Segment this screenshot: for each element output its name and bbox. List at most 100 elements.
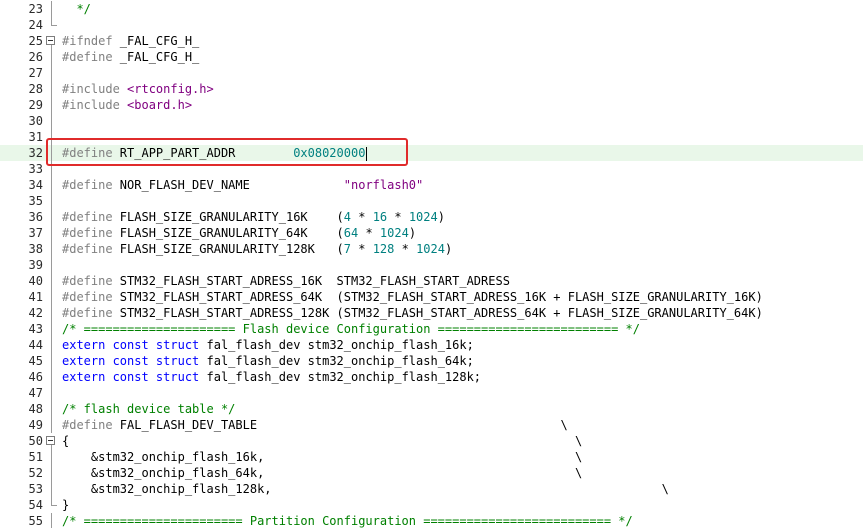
code-token: 16 — [372, 210, 388, 224]
code-token: { \ — [62, 434, 583, 448]
code-text[interactable]: &stm32_onchip_flash_128k, \ — [62, 481, 669, 497]
line-number: 41 — [28, 290, 43, 304]
code-line[interactable]: 35 — [0, 193, 863, 209]
code-text[interactable]: extern const struct fal_flash_dev stm32_… — [62, 369, 481, 385]
code-text[interactable]: extern const struct fal_flash_dev stm32_… — [62, 353, 474, 369]
code-text[interactable]: /* flash device table */ — [62, 401, 235, 417]
code-token: * — [351, 210, 373, 224]
code-token: #ifndef — [62, 34, 120, 48]
fold-guide — [45, 97, 58, 113]
code-line[interactable]: 32 #define RT_APP_PART_ADDR 0x08020000 — [0, 145, 863, 161]
code-token: * — [387, 210, 409, 224]
line-number: 34 — [28, 178, 43, 192]
line-number: 44 — [28, 338, 43, 352]
code-text[interactable]: #define _FAL_CFG_H_ — [62, 49, 199, 65]
code-text[interactable]: extern const struct fal_flash_dev stm32_… — [62, 337, 474, 353]
line-number: 33 — [28, 162, 43, 176]
code-line[interactable]: 38 #define FLASH_SIZE_GRANULARITY_128K (7… — [0, 241, 863, 257]
code-line[interactable]: 28 #include <rtconfig.h> — [0, 81, 863, 97]
code-line[interactable]: 50 { \ — [0, 433, 863, 449]
code-line[interactable]: 46 extern const struct fal_flash_dev stm3… — [0, 369, 863, 385]
code-line[interactable]: 49 #define FAL_FLASH_DEV_TABLE \ — [0, 417, 863, 433]
code-line[interactable]: 37 #define FLASH_SIZE_GRANULARITY_64K (64… — [0, 225, 863, 241]
code-text[interactable]: } — [62, 497, 69, 513]
code-line[interactable]: 33 — [0, 161, 863, 177]
code-line[interactable]: 26 #define _FAL_CFG_H_ — [0, 49, 863, 65]
code-line[interactable]: 45 extern const struct fal_flash_dev stm3… — [0, 353, 863, 369]
code-text[interactable]: &stm32_onchip_flash_64k, \ — [62, 465, 582, 481]
code-line[interactable]: 23 */ — [0, 1, 863, 17]
line-number: 28 — [28, 82, 43, 96]
code-text[interactable]: */ — [62, 1, 90, 17]
line-number: 36 — [28, 210, 43, 224]
code-token: #include — [62, 82, 128, 96]
code-token: * — [358, 226, 380, 240]
code-text[interactable]: #include <rtconfig.h> — [62, 81, 214, 97]
code-token: #define — [62, 242, 120, 256]
code-line[interactable]: 27 — [0, 65, 863, 81]
code-token: NOR_FLASH_DEV_NAME — [119, 178, 344, 192]
code-token: fal_flash_dev stm32_onchip_flash_64k; — [206, 354, 474, 368]
code-token: 64 — [343, 226, 359, 240]
code-line[interactable]: 47 — [0, 385, 863, 401]
fold-guide — [45, 321, 58, 337]
code-text[interactable]: #define FLASH_SIZE_GRANULARITY_64K (64 *… — [62, 225, 416, 241]
line-number: 48 — [28, 402, 43, 416]
code-line[interactable]: 40 #define STM32_FLASH_START_ADRESS_16K S… — [0, 273, 863, 289]
code-line[interactable]: 55 /* ====================== Partition Co… — [0, 513, 863, 528]
code-text[interactable]: /* ====================== Partition Conf… — [62, 513, 633, 528]
line-number: 24 — [28, 18, 43, 32]
fold-guide — [45, 257, 58, 273]
fold-guide — [45, 177, 58, 193]
code-line[interactable]: 34 #define NOR_FLASH_DEV_NAME "norflash0" — [0, 177, 863, 193]
code-line[interactable]: 44 extern const struct fal_flash_dev stm3… — [0, 337, 863, 353]
code-text[interactable]: #define RT_APP_PART_ADDR 0x08020000 — [62, 145, 368, 161]
code-token: ) — [408, 226, 417, 240]
code-line[interactable]: 48 /* flash device table */ — [0, 401, 863, 417]
fold-guide — [45, 113, 58, 129]
code-line[interactable]: 52 &stm32_onchip_flash_64k, \ — [0, 465, 863, 481]
code-token: /* ===================== Flash device Co… — [62, 322, 640, 336]
code-editor[interactable]: 23 */24 25 #ifndef _FAL_CFG_H_ 26 #define _F… — [0, 0, 863, 528]
code-text[interactable]: #define FAL_FLASH_DEV_TABLE \ — [62, 417, 568, 433]
code-text[interactable]: { \ — [62, 433, 582, 449]
code-text[interactable]: #define NOR_FLASH_DEV_NAME "norflash0" — [62, 177, 423, 193]
code-line[interactable]: 29 #include <board.h> — [0, 97, 863, 113]
code-line[interactable]: 24 — [0, 17, 863, 33]
code-line[interactable]: 30 — [0, 113, 863, 129]
fold-guide — [45, 353, 58, 369]
code-text[interactable]: &stm32_onchip_flash_16k, \ — [62, 449, 582, 465]
code-text[interactable]: #define STM32_FLASH_START_ADRESS_128K (S… — [62, 305, 763, 321]
code-token: #define — [62, 274, 120, 288]
code-text[interactable]: #define FLASH_SIZE_GRANULARITY_16K (4 * … — [62, 209, 445, 225]
code-line[interactable]: 53 &stm32_onchip_flash_128k, \ — [0, 481, 863, 497]
fold-toggle-icon[interactable] — [45, 433, 58, 449]
code-token: fal_flash_dev stm32_onchip_flash_128k; — [206, 370, 482, 384]
fold-toggle-icon[interactable] — [45, 33, 58, 49]
code-token: #define — [62, 226, 120, 240]
code-line[interactable]: 51 &stm32_onchip_flash_16k, \ — [0, 449, 863, 465]
code-text[interactable]: #ifndef _FAL_CFG_H_ — [62, 33, 199, 49]
code-text[interactable]: #define FLASH_SIZE_GRANULARITY_128K (7 *… — [62, 241, 452, 257]
code-line[interactable]: 36 #define FLASH_SIZE_GRANULARITY_16K (4 … — [0, 209, 863, 225]
fold-guide — [45, 481, 58, 497]
code-text[interactable]: /* ===================== Flash device Co… — [62, 321, 640, 337]
code-token: FLASH_SIZE_GRANULARITY_64K ( — [119, 226, 344, 240]
code-text[interactable]: #define STM32_FLASH_START_ADRESS_64K (ST… — [62, 289, 763, 305]
line-number: 31 — [28, 130, 43, 144]
line-number: 30 — [28, 114, 43, 128]
code-line[interactable]: 25 #ifndef _FAL_CFG_H_ — [0, 33, 863, 49]
code-line[interactable]: 42 #define STM32_FLASH_START_ADRESS_128K … — [0, 305, 863, 321]
line-number: 32 — [28, 146, 43, 160]
code-line[interactable]: 39 — [0, 257, 863, 273]
code-token: #define — [62, 306, 120, 320]
code-token: &stm32_onchip_flash_16k, \ — [62, 450, 583, 464]
code-line[interactable]: 31 — [0, 129, 863, 145]
fold-guide — [45, 337, 58, 353]
code-line[interactable]: 41 #define STM32_FLASH_START_ADRESS_64K (… — [0, 289, 863, 305]
code-text[interactable]: #include <board.h> — [62, 97, 192, 113]
code-line[interactable]: 43 /* ===================== Flash device … — [0, 321, 863, 337]
fold-end-marker — [45, 497, 58, 513]
code-text[interactable]: #define STM32_FLASH_START_ADRESS_16K STM… — [62, 273, 510, 289]
code-line[interactable]: 54} — [0, 497, 863, 513]
